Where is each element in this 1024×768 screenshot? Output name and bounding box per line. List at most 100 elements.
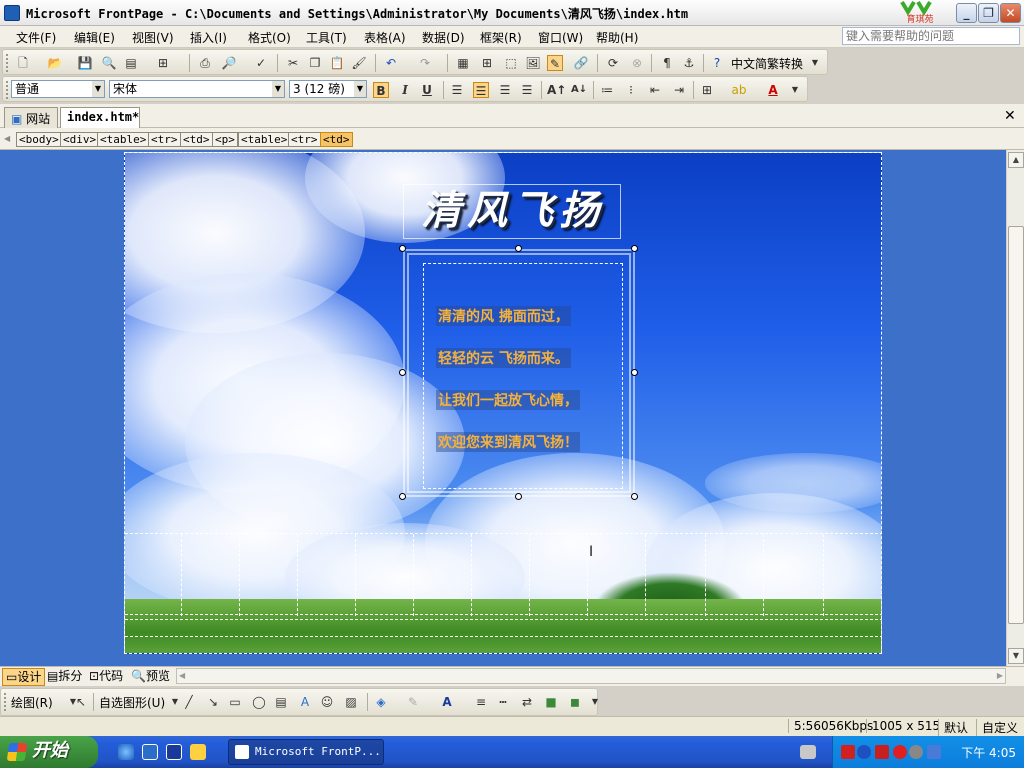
tag-table[interactable]: <table>	[97, 132, 150, 147]
menu-window[interactable]: 窗口(W)	[538, 29, 583, 46]
show-all-icon[interactable]: ¶	[659, 55, 675, 71]
dash-style-icon[interactable]: ┅	[495, 694, 511, 710]
insert-table-icon[interactable]: ⊞	[479, 55, 495, 71]
scroll-right-icon[interactable]: ▶	[997, 671, 1003, 680]
borders-icon[interactable]: ⊞	[699, 82, 715, 98]
search-icon[interactable]: 🔍	[101, 55, 117, 71]
chinese-conversion-button[interactable]: 中文简繁转换	[731, 55, 803, 72]
insert-picture-icon[interactable]: 🖼	[525, 55, 541, 71]
line-color-icon[interactable]: ✎	[405, 694, 421, 710]
close-button[interactable]: ✕	[1000, 3, 1021, 23]
increase-font-icon[interactable]: A↑	[547, 82, 566, 98]
minimize-button[interactable]: _	[956, 3, 977, 23]
picture-icon[interactable]: ▨	[343, 694, 359, 710]
menu-view[interactable]: 视图(V)	[132, 29, 174, 46]
resize-handle[interactable]	[631, 369, 638, 376]
align-left-icon[interactable]: ☰	[449, 82, 465, 98]
resize-handle[interactable]	[631, 493, 638, 500]
spelling-icon[interactable]: ✓	[253, 55, 269, 71]
align-right-icon[interactable]: ☰	[497, 82, 513, 98]
numbered-list-icon[interactable]: ≔	[599, 82, 615, 98]
paste-icon[interactable]: 📋	[329, 55, 345, 71]
cut-icon[interactable]: ✂	[285, 55, 301, 71]
page-dimensions[interactable]: 1005 x 515	[866, 719, 940, 733]
font-color-icon[interactable]: A	[765, 82, 781, 98]
anchor-icon[interactable]: ⚓	[681, 55, 697, 71]
rectangle-icon[interactable]: ▭	[227, 694, 243, 710]
tag-tr[interactable]: <tr>	[148, 132, 181, 147]
close-document-icon[interactable]: ✕	[1004, 108, 1016, 124]
autoshapes-button[interactable]: 自选图形(U)	[99, 694, 165, 711]
taskbar-item-frontpage[interactable]: Microsoft FrontP...	[228, 739, 384, 765]
tag-table[interactable]: <table>	[238, 132, 291, 147]
undo-icon[interactable]: ↶	[383, 55, 399, 71]
format-painter-icon[interactable]: 🖌	[351, 55, 367, 71]
font-select[interactable]: 宋体 ▼	[109, 80, 285, 98]
system-clock[interactable]: 下午 4:05	[961, 744, 1016, 761]
tag-body[interactable]: <body>	[16, 132, 62, 147]
menu-frames[interactable]: 框架(R)	[480, 29, 522, 46]
toolbar-grip[interactable]	[4, 693, 7, 711]
bold-button[interactable]: B	[373, 82, 389, 98]
layout-table-row[interactable]: I	[125, 533, 881, 616]
new-page-icon[interactable]: 🗋	[15, 55, 31, 71]
align-center-icon[interactable]: ☰	[473, 82, 489, 98]
title-image-cell[interactable]: 清风飞扬	[403, 184, 621, 239]
restore-button[interactable]: ❐	[978, 3, 999, 23]
tag-tr[interactable]: <tr>	[288, 132, 321, 147]
resize-handle[interactable]	[631, 245, 638, 252]
style-select[interactable]: 普通 ▼	[11, 80, 105, 98]
publish-icon[interactable]: ▤	[123, 55, 139, 71]
font-color-icon[interactable]: A	[439, 694, 455, 710]
fill-color-icon[interactable]: ◈	[373, 694, 389, 710]
internet-explorer-icon[interactable]	[118, 744, 134, 760]
resize-handle[interactable]	[399, 369, 406, 376]
resize-handle[interactable]	[399, 245, 406, 252]
view-tab-preview[interactable]: 🔍预览	[128, 668, 173, 686]
preview-icon[interactable]: 🔎	[221, 55, 237, 71]
line-style-icon[interactable]: ≡	[473, 694, 489, 710]
shadow-icon[interactable]: ■	[543, 694, 559, 710]
menu-tools[interactable]: 工具(T)	[306, 29, 347, 46]
menu-data[interactable]: 数据(D)	[422, 29, 465, 46]
tag-div[interactable]: <div>	[60, 132, 100, 147]
cn-icon[interactable]	[875, 745, 889, 759]
view-tab-code[interactable]: ⊡代码	[86, 668, 126, 686]
decrease-indent-icon[interactable]: ⇤	[647, 82, 663, 98]
poem-table[interactable]: 清清的风 拂面而过， 轻轻的云 飞扬而来。 让我们一起放飞心情， 欢迎您来到清风…	[399, 245, 638, 500]
input-method-icon[interactable]	[841, 745, 855, 759]
tag-p[interactable]: <p>	[212, 132, 238, 147]
frontpage-quicklaunch-icon[interactable]	[142, 744, 158, 760]
poem-cell[interactable]: 清清的风 拂面而过， 轻轻的云 飞扬而来。 让我们一起放飞心情， 欢迎您来到清风…	[423, 263, 623, 489]
chevron-down-icon[interactable]: ▼	[807, 55, 823, 71]
underline-button[interactable]: U	[419, 82, 435, 98]
oval-icon[interactable]: ◯	[251, 694, 267, 710]
refresh-icon[interactable]: ⟳	[605, 55, 621, 71]
chevron-down-icon[interactable]: ▼	[787, 82, 803, 98]
textbox-icon[interactable]: ▤	[273, 694, 289, 710]
arrow-style-icon[interactable]: ⇄	[519, 694, 535, 710]
status-mode-default[interactable]: 默认	[938, 719, 968, 736]
line-icon[interactable]: ╱	[181, 694, 197, 710]
page-background[interactable]: 清风飞扬 清清的风 拂面而过， 轻轻的云 飞扬而来。 让我们一起放飞心情， 欢迎…	[124, 152, 882, 654]
wordart-icon[interactable]: A	[297, 694, 313, 710]
resize-handle[interactable]	[399, 493, 406, 500]
open-folder-icon[interactable]: 📂	[47, 55, 63, 71]
resize-handle[interactable]	[515, 493, 522, 500]
select-pointer-icon[interactable]: ↖	[73, 694, 89, 710]
resize-handle[interactable]	[515, 245, 522, 252]
increase-indent-icon[interactable]: ⇥	[671, 82, 687, 98]
vertical-scrollbar[interactable]: ▲ ▼	[1006, 150, 1024, 666]
tag-td[interactable]: <td>	[180, 132, 213, 147]
highlight-icon[interactable]: ab	[731, 82, 747, 98]
3d-style-icon[interactable]: ◼	[567, 694, 583, 710]
title-bar[interactable]: Microsoft FrontPage - C:\Documents and S…	[0, 0, 1024, 26]
sogou-icon[interactable]	[857, 745, 871, 759]
clipart-icon[interactable]: ☺	[319, 694, 335, 710]
help-icon[interactable]: ?	[709, 55, 725, 71]
menu-file[interactable]: 文件(F)	[16, 29, 56, 46]
anchor-quicklaunch-icon[interactable]	[190, 744, 206, 760]
record-icon[interactable]	[893, 745, 907, 759]
toolbar-grip[interactable]	[6, 54, 9, 72]
italic-button[interactable]: I	[397, 82, 413, 98]
